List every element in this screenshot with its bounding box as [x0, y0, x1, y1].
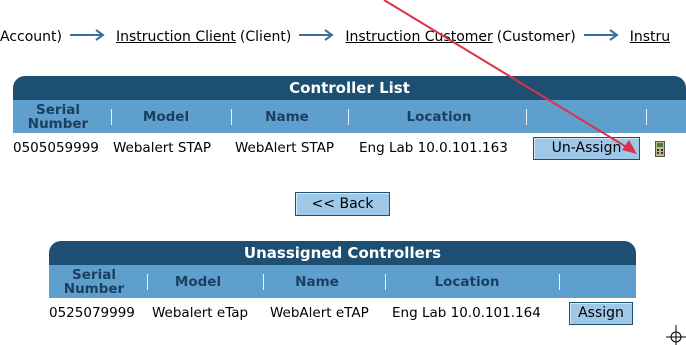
cell-name: WebAlert eTAP	[270, 305, 369, 321]
cell-serial: 0505059999	[13, 140, 99, 156]
cell-model: Webalert STAP	[113, 140, 212, 156]
cell-name: WebAlert STAP	[235, 140, 335, 156]
cell-model: Webalert eTap	[152, 305, 249, 321]
column-header-serial: Serial Number	[27, 101, 89, 132]
column-header-model: Model	[142, 108, 190, 125]
column-header-name: Name	[295, 273, 339, 290]
unassigned-controllers-header: Serial Number Model Name Location	[49, 265, 636, 298]
breadcrumb-paren: (Customer)	[496, 29, 576, 45]
controller-list-title: Controller List	[13, 76, 686, 100]
unassign-button[interactable]: Un-Assign	[533, 136, 640, 160]
back-button[interactable]: << Back	[295, 192, 390, 216]
column-header-location: Location	[434, 273, 500, 290]
breadcrumb-link-customer[interactable]: Instruction Customer	[345, 29, 492, 45]
table-row: 0525079999 Webalert eTap WebAlert eTAP E…	[49, 298, 636, 328]
assign-button[interactable]: Assign	[569, 301, 633, 325]
breadcrumb-link-client[interactable]: Instruction Client	[116, 29, 236, 45]
column-header-model: Model	[174, 273, 222, 290]
column-header-serial: Serial Number	[63, 266, 125, 297]
arrow-right-icon	[583, 29, 622, 45]
cell-location: Eng Lab 10.0.101.164	[392, 305, 541, 321]
cell-serial: 0525079999	[49, 305, 135, 321]
breadcrumb: Account) Instruction Client (Client) Ins…	[0, 26, 670, 48]
breadcrumb-paren: (Client)	[239, 29, 292, 45]
cell-location: Eng Lab 10.0.101.163	[359, 140, 508, 156]
column-header-location: Location	[406, 108, 472, 125]
column-header-name: Name	[265, 108, 309, 125]
controller-list-header: Serial Number Model Name Location	[13, 100, 686, 133]
unassigned-controllers-title: Unassigned Controllers	[49, 241, 636, 265]
arrow-right-icon	[70, 29, 108, 45]
breadcrumb-lead: Account)	[0, 29, 62, 45]
crosshair-cursor-icon	[666, 325, 686, 345]
breadcrumb-link-next[interactable]: Instru	[630, 29, 670, 45]
device-icon[interactable]	[655, 141, 665, 157]
arrow-right-icon	[299, 29, 337, 45]
unassigned-controllers-panel: Unassigned Controllers Serial Number Mod…	[49, 241, 636, 328]
table-row: 0505059999 Webalert STAP WebAlert STAP E…	[13, 133, 686, 163]
controller-list-panel: Controller List Serial Number Model Name…	[13, 76, 686, 163]
